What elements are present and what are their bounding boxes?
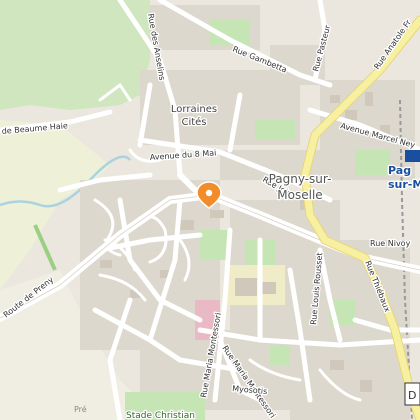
place-label-lorraines: Lorraines [171,104,217,115]
place-label-stade: Stade Christian [126,411,195,420]
place-label-pagny-sur: Pagny-sur- [269,172,332,186]
forest-area [0,0,150,110]
place-label-cites: Cités [181,116,206,128]
station-label-pag: Pag [388,164,411,177]
street-label-pre: Pré [74,404,87,414]
train-station-icon[interactable] [405,150,420,162]
street-label-rue-nivoy: Rue Nivoy [370,239,411,248]
station-label-sur-m: sur-M [388,178,420,191]
place-label-moselle: Moselle [277,188,322,202]
map-canvas: Rue des Anselins Rue Gambetta Rue Pasteu… [0,0,420,420]
map-view[interactable]: Rue des Anselins Rue Gambetta Rue Pasteu… [0,0,420,420]
road-shield-label: D [408,389,416,402]
